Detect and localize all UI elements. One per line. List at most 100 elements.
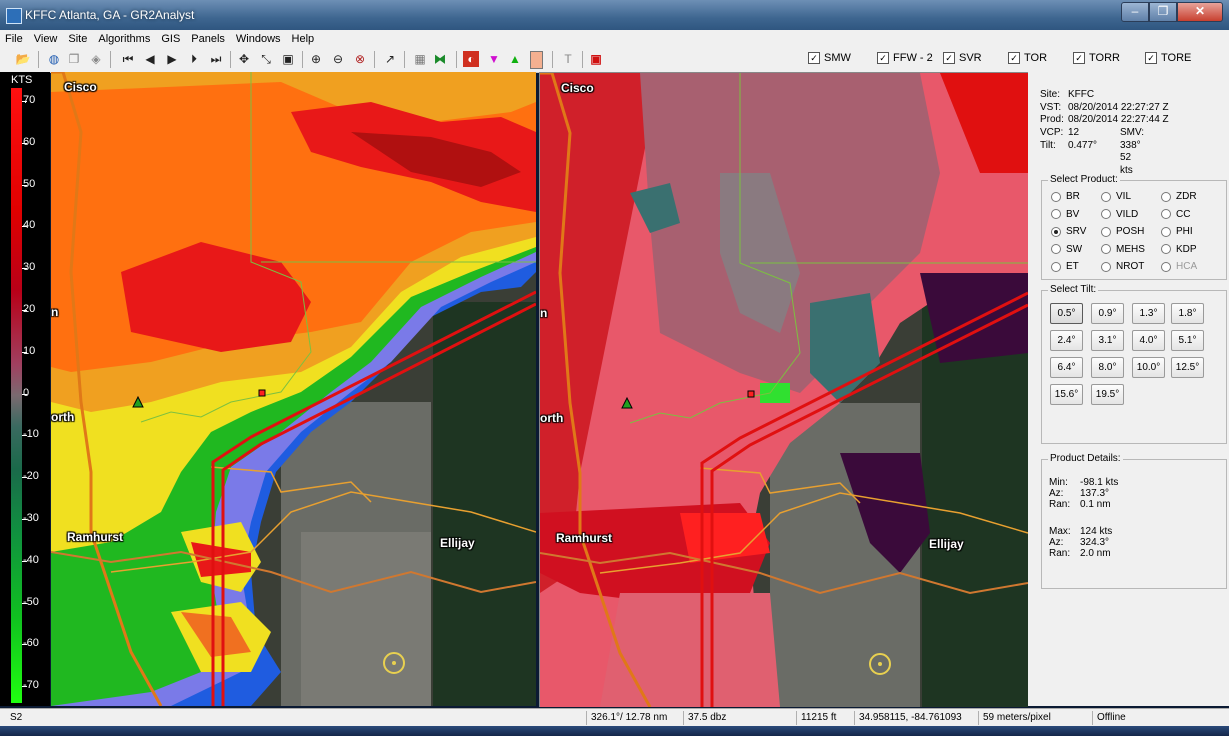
menu-file[interactable]: File	[0, 33, 29, 45]
play-icon[interactable]: ▶	[164, 51, 180, 67]
product-radio-br[interactable]: BR	[1051, 191, 1080, 202]
toolbar-separator	[404, 51, 405, 68]
radio-icon	[1161, 244, 1171, 254]
warning-toggle-smw[interactable]: ✓ SMW	[808, 52, 851, 64]
product-radio-bv[interactable]: BV	[1051, 209, 1079, 220]
legend-tick-label: 0	[23, 386, 30, 399]
zoom-in-icon[interactable]: ⊕	[308, 51, 324, 67]
title-bar: KFFC Atlanta, GA - GR2Analyst ‒ ❐ ✕	[0, 0, 1229, 30]
zoom-box-icon[interactable]: ⤡	[258, 51, 274, 67]
forest-patch	[922, 303, 1028, 707]
tilt-button[interactable]: 12.5°	[1171, 357, 1204, 378]
legend-tick-label: -40	[23, 553, 39, 566]
satellite-patch	[301, 532, 431, 706]
legend-tick-label: 70	[23, 94, 36, 106]
step-forward-icon[interactable]: ⏵	[186, 51, 202, 67]
tilt-button[interactable]: 15.6°	[1050, 384, 1083, 405]
panel-icon[interactable]: ▣	[280, 51, 296, 67]
radio-icon	[1161, 261, 1171, 272]
menu-panels[interactable]: Panels	[186, 33, 231, 45]
toolbar-separator	[230, 51, 231, 68]
first-frame-icon[interactable]: ⏮	[120, 51, 136, 67]
product-radio-srv[interactable]: SRV	[1051, 226, 1086, 237]
warning-toggle-svr[interactable]: ✓ SVR	[943, 52, 982, 64]
checkbox-icon: ✓	[1008, 52, 1020, 64]
radio-icon	[1161, 209, 1171, 219]
tilt-button[interactable]: 5.1°	[1171, 330, 1204, 351]
product-radio-vil[interactable]: VIL	[1101, 191, 1131, 202]
maximize-button[interactable]: ❐	[1149, 2, 1177, 22]
text-icon[interactable]: T	[560, 51, 576, 67]
status-height: 11215 ft	[796, 711, 836, 725]
city-label-ellijay: Ellijay	[440, 536, 475, 550]
select-product-group: Select Product: BR VIL ZDR BV VILD CC SRV POSH P…	[1041, 174, 1227, 280]
cursor-icon[interactable]: ↗	[382, 51, 398, 67]
minimize-button[interactable]: ‒	[1121, 2, 1149, 22]
funnel-down-icon[interactable]: ▼	[486, 51, 502, 67]
product-radio-zdr[interactable]: ZDR	[1161, 191, 1197, 202]
close-button[interactable]: ✕	[1177, 2, 1223, 22]
copy-icon[interactable]: ❐	[66, 51, 82, 67]
menu-view[interactable]: View	[29, 33, 64, 45]
tilt-button[interactable]: 1.3°	[1132, 303, 1165, 324]
tilt-button[interactable]: 10.0°	[1132, 357, 1165, 378]
step-back-icon[interactable]: ◀	[142, 51, 158, 67]
zoom-reset-icon[interactable]: ⊗	[352, 51, 368, 67]
city-label-north: orth	[540, 411, 564, 425]
tilt-button[interactable]: 19.5°	[1091, 384, 1124, 405]
city-label-north: orth	[51, 410, 75, 424]
tilt-button[interactable]: 0.9°	[1091, 303, 1124, 324]
warning-toggle-ffw[interactable]: ✓ FFW - 2	[877, 52, 933, 64]
toolbar-separator	[552, 51, 553, 68]
menu-windows[interactable]: Windows	[231, 33, 287, 45]
city-label-ramhurst: Ramhurst	[67, 530, 124, 544]
warning-toggle-torr[interactable]: ✓ TORR	[1073, 52, 1120, 64]
map-panel-velocity[interactable]: Cisco n orth Ramhurst Ellijay	[539, 72, 1028, 707]
layers-icon[interactable]: ◈	[88, 51, 104, 67]
menu-help[interactable]: Help	[287, 33, 321, 45]
product-radio-sw[interactable]: SW	[1051, 244, 1082, 255]
grid-icon[interactable]: ▦	[412, 51, 428, 67]
city-label-ellijay: Ellijay	[929, 537, 964, 551]
rect-icon[interactable]	[530, 51, 543, 69]
tilt-button[interactable]: 8.0°	[1091, 357, 1124, 378]
status-latlon: 34.958115, -84.761093	[854, 711, 962, 725]
zoom-out-icon[interactable]: ⊖	[330, 51, 346, 67]
product-radio-kdp[interactable]: KDP	[1161, 244, 1197, 255]
product-radio-nrot[interactable]: NROT	[1101, 261, 1144, 272]
tilt-button[interactable]: 0.5°	[1050, 303, 1083, 324]
color-icon[interactable]: ◐	[463, 51, 479, 67]
radio-icon	[1101, 209, 1111, 219]
product-radio-mehs[interactable]: MEHS	[1101, 244, 1145, 255]
product-radio-et[interactable]: ET	[1051, 261, 1079, 272]
last-frame-icon[interactable]: ⏭	[208, 51, 224, 67]
tilt-button[interactable]: 2.4°	[1050, 330, 1083, 351]
warning-toggle-tor[interactable]: ✓ TOR	[1008, 52, 1047, 64]
globe-icon[interactable]: ◍	[46, 51, 62, 67]
funnel-up-icon[interactable]: ▲	[507, 51, 523, 67]
city-marker-icon	[392, 661, 396, 665]
velocity-map	[540, 73, 1028, 707]
status-panel-id: S2	[10, 712, 23, 723]
tilt-button[interactable]: 4.0°	[1132, 330, 1165, 351]
radio-icon	[1051, 191, 1061, 202]
product-radio-posh[interactable]: POSH	[1101, 226, 1144, 237]
radio-icon	[1161, 226, 1171, 237]
pan-icon[interactable]: ✥	[236, 51, 252, 67]
warning-toggle-tore[interactable]: ✓ TORE	[1145, 52, 1191, 64]
menu-algorithms[interactable]: Algorithms	[93, 33, 156, 45]
tilt-button[interactable]: 3.1°	[1091, 330, 1124, 351]
reflectivity-map	[51, 72, 536, 706]
open-folder-icon[interactable]: 📂	[15, 51, 31, 67]
select-tilt-group: Select Tilt: 0.5° 0.9° 1.3° 1.8° 2.4° 3.1° 4.0…	[1041, 284, 1227, 444]
stop-icon[interactable]: ▣	[588, 51, 604, 67]
product-radio-vild[interactable]: VILD	[1101, 209, 1138, 220]
map-panel-reflectivity[interactable]: Cisco n orth Ramhurst Ellijay	[51, 72, 536, 706]
menu-site[interactable]: Site	[63, 33, 93, 45]
tilt-button[interactable]: 6.4°	[1050, 357, 1083, 378]
split-icon[interactable]: ⧓	[432, 51, 448, 67]
product-radio-phi[interactable]: PHI	[1161, 226, 1193, 237]
menu-gis[interactable]: GIS	[156, 33, 186, 45]
tilt-button[interactable]: 1.8°	[1171, 303, 1204, 324]
product-radio-cc[interactable]: CC	[1161, 209, 1190, 220]
